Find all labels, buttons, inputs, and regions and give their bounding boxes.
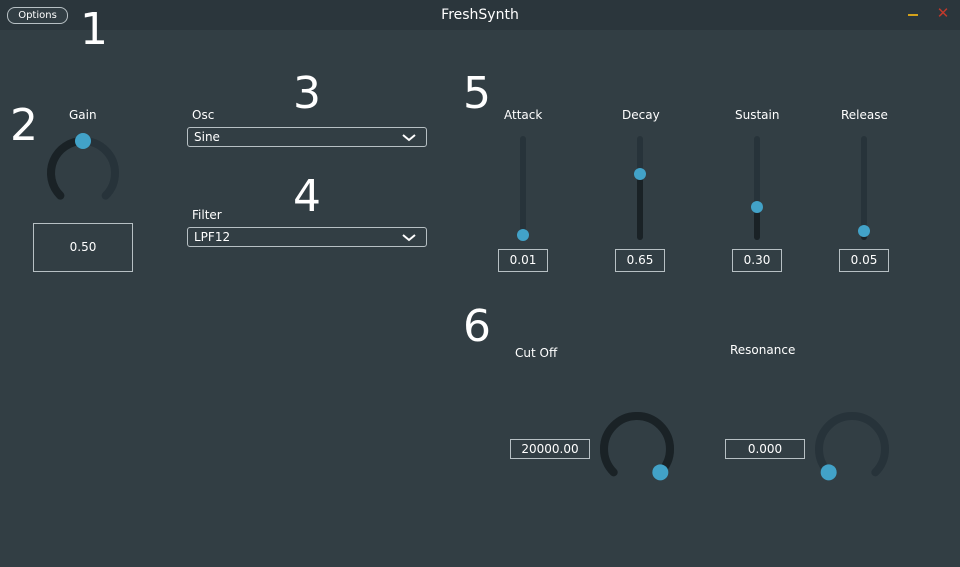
filter-selected-value: LPF12 (194, 230, 231, 244)
osc-select[interactable]: Sine (187, 127, 427, 147)
marker-3: 3 (293, 68, 321, 119)
close-icon[interactable]: ✕ (936, 4, 950, 22)
sustain-value-box[interactable]: 0.30 (732, 249, 782, 272)
sustain-label: Sustain (735, 108, 780, 122)
attack-value-box[interactable]: 0.01 (498, 249, 548, 272)
gain-knob-thumb[interactable] (75, 133, 91, 149)
resonance-knob-track (815, 412, 889, 477)
chevron-down-icon (402, 234, 416, 242)
cutoff-knob[interactable] (596, 408, 678, 490)
decay-label: Decay (622, 108, 660, 122)
cutoff-knob-fill (600, 412, 674, 477)
filter-label: Filter (192, 208, 222, 222)
minimize-icon[interactable] (906, 6, 920, 22)
options-button[interactable]: Options (7, 7, 68, 24)
filter-select[interactable]: LPF12 (187, 227, 427, 247)
sustain-slider-thumb[interactable] (751, 201, 763, 214)
release-value-box[interactable]: 0.05 (839, 249, 889, 272)
gain-knob-fill (47, 137, 87, 200)
gain-knob[interactable] (43, 133, 123, 213)
decay-slider-track[interactable] (637, 136, 643, 240)
resonance-knob[interactable] (811, 408, 893, 490)
cutoff-value-box[interactable]: 20000.00 (510, 439, 590, 459)
title-bar: Options FreshSynth ✕ (0, 0, 960, 30)
marker-1: 1 (80, 4, 108, 55)
osc-label: Osc (192, 108, 215, 122)
resonance-value-box[interactable]: 0.000 (725, 439, 805, 459)
sustain-slider-track[interactable] (754, 136, 760, 240)
chevron-down-icon (402, 134, 416, 142)
marker-4: 4 (293, 171, 321, 222)
attack-label: Attack (504, 108, 543, 122)
decay-slider-fill (637, 173, 643, 240)
osc-selected-value: Sine (194, 130, 220, 144)
cutoff-label: Cut Off (515, 346, 558, 360)
decay-slider-thumb[interactable] (634, 167, 646, 180)
release-slider-thumb[interactable] (858, 225, 870, 238)
cutoff-knob-thumb[interactable] (652, 464, 669, 481)
gain-label: Gain (69, 108, 97, 122)
window-title: FreshSynth (441, 7, 519, 23)
decay-value-box[interactable]: 0.65 (615, 249, 665, 272)
attack-slider-track[interactable] (520, 136, 526, 240)
attack-slider-thumb[interactable] (517, 229, 529, 242)
resonance-label: Resonance (730, 343, 796, 357)
marker-6: 6 (463, 301, 491, 352)
release-label: Release (841, 108, 888, 122)
marker-5: 5 (463, 68, 491, 119)
marker-2: 2 (10, 100, 38, 151)
resonance-knob-thumb[interactable] (820, 464, 837, 481)
gain-value-box[interactable]: 0.50 (33, 223, 133, 272)
